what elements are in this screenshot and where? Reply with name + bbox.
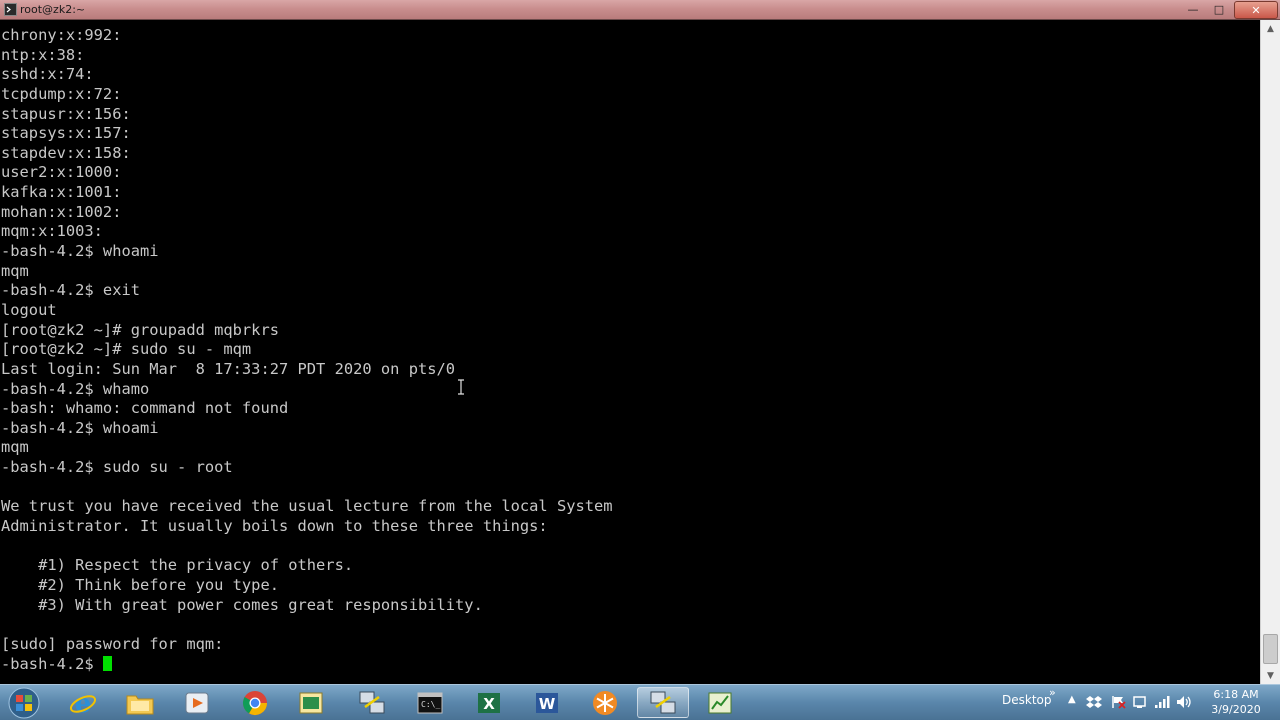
device-tray-icon[interactable] [1132,695,1148,709]
terminal-line: kafka:x:1001: [1,183,122,202]
terminal-line: Last login: Sun Mar 8 17:33:27 PDT 2020 … [1,359,456,378]
terminal-line: #3) With great power comes great respons… [1,595,483,614]
taskbar-chrome[interactable] [229,687,281,718]
terminal-line: [sudo] password for mqm: [1,634,224,653]
svg-text:C:\_: C:\_ [421,700,440,709]
taskbar-excel[interactable]: X [463,687,515,718]
taskbar: e C:\_ X W Desktop » ▲ 6:18 AM 3/9/2020 [0,684,1280,720]
taskbar-command-prompt[interactable]: C:\_ [404,687,456,718]
ie-icon: e [69,689,97,717]
terminal-cursor [102,655,112,671]
terminal-line: ntp:x:38: [1,45,85,64]
terminal-line: #1) Respect the privacy of others. [1,556,354,575]
windows-start-icon[interactable] [6,686,42,720]
terminal-line: #2) Think before you type. [1,575,279,594]
terminal-line: We trust you have received the usual lec… [1,497,613,516]
clock-date: 3/9/2020 [1211,703,1261,716]
terminal-line: -bash-4.2$ exit [1,281,140,300]
taskbar-putty-active[interactable] [637,687,689,718]
terminal-line: user2:x:1000: [1,163,122,182]
dropbox-tray-icon[interactable] [1086,695,1102,709]
i-beam-cursor-icon [458,379,464,395]
window-title: root@zk2:~ [20,3,86,16]
terminal-line: sshd:x:74: [1,65,94,84]
chart-app-icon [708,692,732,713]
taskbar-putty[interactable] [346,687,398,718]
terminal-output[interactable]: chrony:x:992: ntp:x:38: sshd:x:74: tcpdump:… [0,20,1260,684]
scroll-up-arrow-icon[interactable]: ▲ [1261,20,1280,37]
terminal-line: stapusr:x:156: [1,104,131,123]
terminal-line: chrony:x:992: [1,26,122,44]
network-signal-icon[interactable] [1154,695,1170,709]
taskbar-media-player[interactable] [171,687,223,718]
terminal-line: mqm [1,438,29,457]
tray-show-hidden-icon[interactable]: ▲ [1068,694,1076,705]
volume-icon[interactable] [1176,695,1192,709]
taskbar-internet-explorer[interactable]: e [57,687,109,718]
terminal-line: stapdev:x:158: [1,143,131,162]
terminal-line: logout [1,300,57,319]
terminal-prompt-line[interactable]: -bash-4.2$ [1,655,613,675]
terminal-line: [root@zk2 ~]# sudo su - mqm [1,340,252,359]
notification-flag-icon[interactable] [1110,695,1126,709]
taskbar-snowflake-app[interactable] [579,687,631,718]
terminal-line: -bash: whamo: command not found [1,399,289,418]
close-button[interactable]: ✕ [1234,1,1278,19]
terminal-app-icon [4,3,17,16]
excel-icon: X [478,692,500,713]
scroll-thumb[interactable] [1263,634,1278,664]
maximize-button[interactable]: □ [1206,1,1232,17]
putty-icon [359,691,385,713]
terminal-line: mohan:x:1002: [1,202,122,221]
media-icon [185,692,209,713]
terminal-line: [root@zk2 ~]# groupadd mqbrkrs [1,320,279,339]
desktop-chevron-icon[interactable]: » [1049,686,1056,699]
terminal-prompt: -bash-4.2$ [1,654,103,673]
taskbar-file-explorer[interactable] [114,687,166,718]
terminal-line: mqm:x:1003: [1,222,103,241]
terminal-line: -bash-4.2$ whoami [1,418,159,437]
desktop-toolbar-label[interactable]: Desktop [1002,693,1052,707]
system-clock[interactable]: 6:18 AM 3/9/2020 [1200,687,1272,717]
svg-text:W: W [539,695,556,713]
folder-icon [126,695,154,714]
taskbar-word[interactable]: W [521,687,573,718]
taskbar-chart-app[interactable] [694,687,746,718]
vertical-scrollbar[interactable]: ▲ ▼ [1260,20,1280,684]
clock-time: 6:18 AM [1213,688,1259,701]
chrome-icon [242,690,267,715]
terminal-text: chrony:x:992: ntp:x:38: sshd:x:74: tcpdump:… [1,26,613,674]
terminal-line: -bash-4.2$ whamo [1,379,150,398]
terminal-line: -bash-4.2$ sudo su - root [1,458,233,477]
svg-text:X: X [483,695,495,713]
terminal-line: mqm [1,261,29,280]
taskbar-app-window[interactable] [285,687,337,718]
minimize-button[interactable]: — [1180,1,1206,17]
word-icon: W [536,692,558,713]
window-app-icon [299,692,323,713]
svg-text:e: e [75,689,92,717]
scroll-down-arrow-icon[interactable]: ▼ [1261,667,1280,684]
cmd-icon: C:\_ [417,692,443,713]
terminal-line: stapsys:x:157: [1,124,131,143]
terminal-line: -bash-4.2$ whoami [1,242,159,261]
terminal-line: tcpdump:x:72: [1,84,122,103]
window-titlebar[interactable]: root@zk2:~ — □ ✕ [0,0,1280,20]
terminal-line: Administrator. It usually boils down to … [1,517,548,536]
putty-icon [650,691,676,713]
snowflake-icon [593,690,617,715]
